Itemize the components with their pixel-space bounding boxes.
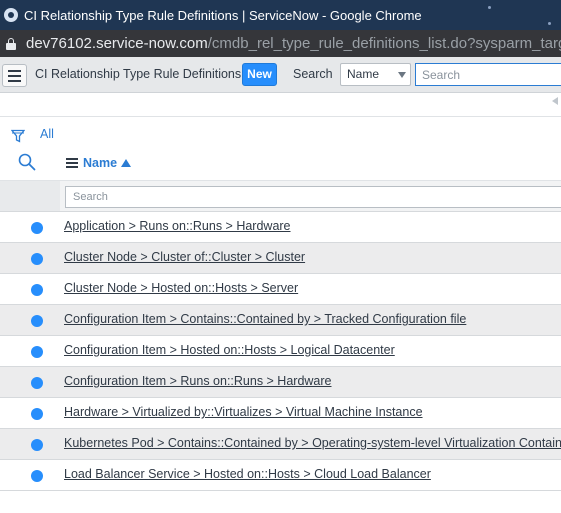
table-row[interactable]: Hardware > Virtualized by::Virtualizes >… xyxy=(0,398,561,429)
search-field-value: Name xyxy=(347,67,380,81)
column-search-gutter xyxy=(0,181,60,211)
url-path[interactable]: /cmdb_rel_type_rule_definitions_list.do?… xyxy=(208,35,561,52)
record-dot-icon[interactable] xyxy=(31,470,43,482)
record-dot-icon[interactable] xyxy=(31,315,43,327)
table-row[interactable]: Cluster Node > Hosted on::Hosts > Server xyxy=(0,274,561,305)
table-row[interactable]: Load Balancer Service > Hosted on::Hosts… xyxy=(0,460,561,491)
search-field-select[interactable]: Name xyxy=(340,63,411,86)
column-search-row xyxy=(0,180,561,212)
column-menu-icon[interactable] xyxy=(66,158,78,168)
column-header-row: Name xyxy=(0,151,561,180)
filter-breadcrumb-row: All xyxy=(0,117,561,151)
record-link[interactable]: Configuration Item > Hosted on::Hosts > … xyxy=(64,343,395,357)
browser-title-bar: CI Relationship Type Rule Definitions | … xyxy=(0,0,561,30)
chrome-logo-icon xyxy=(4,8,18,22)
lock-icon[interactable] xyxy=(6,37,16,50)
list-title: CI Relationship Type Rule Definitions xyxy=(35,67,242,81)
record-dot-icon[interactable] xyxy=(31,377,43,389)
record-link[interactable]: Kubernetes Pod > Contains::Contained by … xyxy=(64,436,561,450)
list-context-menu-button[interactable] xyxy=(2,64,27,87)
column-name-header[interactable]: Name xyxy=(66,156,132,170)
record-list: Application > Runs on::Runs > Hardware C… xyxy=(0,212,561,491)
record-dot-icon[interactable] xyxy=(31,284,43,296)
table-row[interactable]: Configuration Item > Contains::Contained… xyxy=(0,305,561,336)
column-name-label[interactable]: Name xyxy=(83,156,117,170)
url-host[interactable]: dev76102.service-now.com xyxy=(26,35,208,52)
table-row[interactable]: Application > Runs on::Runs > Hardware xyxy=(0,212,561,243)
pagination-strip xyxy=(0,93,561,117)
funnel-icon[interactable] xyxy=(11,129,25,143)
address-bar[interactable]: dev76102.service-now.com /cmdb_rel_type_… xyxy=(0,30,561,57)
table-row[interactable]: Cluster Node > Cluster of::Cluster > Clu… xyxy=(0,243,561,274)
record-dot-icon[interactable] xyxy=(31,408,43,420)
list-search-input[interactable] xyxy=(415,63,561,86)
record-link[interactable]: Application > Runs on::Runs > Hardware xyxy=(64,219,291,233)
breadcrumb-all-link[interactable]: All xyxy=(40,127,54,141)
record-link[interactable]: Configuration Item > Contains::Contained… xyxy=(64,312,466,326)
hamburger-menu-icon xyxy=(8,69,21,72)
title-bar-dot xyxy=(548,22,551,25)
record-dot-icon[interactable] xyxy=(31,253,43,265)
list-header: CI Relationship Type Rule Definitions Ne… xyxy=(0,57,561,93)
search-label: Search xyxy=(293,67,333,81)
record-link[interactable]: Cluster Node > Hosted on::Hosts > Server xyxy=(64,281,298,295)
record-link[interactable]: Cluster Node > Cluster of::Cluster > Clu… xyxy=(64,250,305,264)
sort-ascending-icon[interactable] xyxy=(121,159,132,167)
previous-page-icon[interactable] xyxy=(552,97,558,105)
column-search-input[interactable] xyxy=(65,186,561,208)
title-bar-dot xyxy=(488,6,491,9)
record-dot-icon[interactable] xyxy=(31,439,43,451)
record-link[interactable]: Load Balancer Service > Hosted on::Hosts… xyxy=(64,467,431,481)
table-row[interactable]: Configuration Item > Runs on::Runs > Har… xyxy=(0,367,561,398)
new-button[interactable]: New xyxy=(242,63,277,86)
chevron-down-icon xyxy=(398,72,406,78)
record-link[interactable]: Configuration Item > Runs on::Runs > Har… xyxy=(64,374,332,388)
table-row[interactable]: Configuration Item > Hosted on::Hosts > … xyxy=(0,336,561,367)
record-dot-icon[interactable] xyxy=(31,222,43,234)
magnifier-icon[interactable] xyxy=(18,153,36,171)
window-title: CI Relationship Type Rule Definitions | … xyxy=(24,7,422,23)
table-row[interactable]: Kubernetes Pod > Contains::Contained by … xyxy=(0,429,561,460)
record-dot-icon[interactable] xyxy=(31,346,43,358)
record-link[interactable]: Hardware > Virtualized by::Virtualizes >… xyxy=(64,405,423,419)
